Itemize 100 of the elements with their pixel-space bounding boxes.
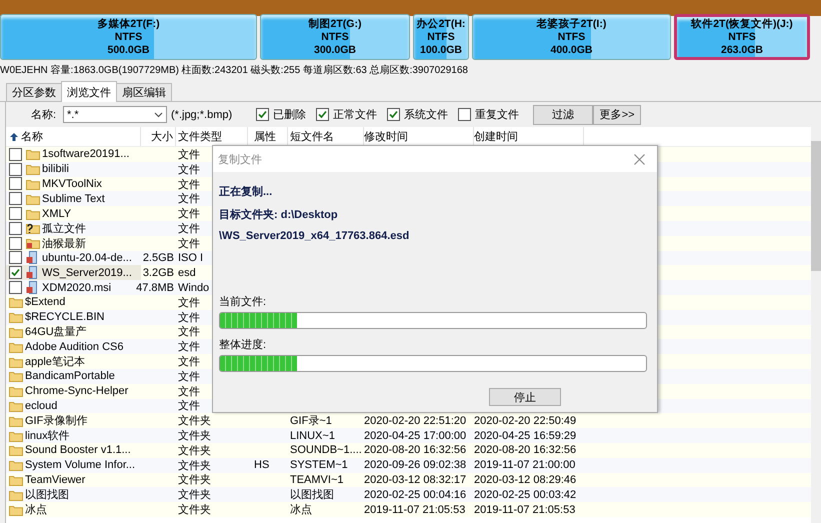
checkbox[interactable] bbox=[9, 148, 22, 161]
file-type: ISO I bbox=[178, 252, 204, 264]
file-name: XMLY bbox=[42, 208, 72, 220]
file-type: 文件 bbox=[178, 192, 200, 206]
tab[interactable]: 分区参数 bbox=[6, 83, 62, 101]
checkbox[interactable] bbox=[9, 207, 22, 220]
modified-time: 2020-02-25 00:04:16 bbox=[364, 488, 466, 501]
tab[interactable]: 浏览文件 bbox=[61, 81, 117, 102]
file-name: BandicamPortable bbox=[25, 370, 115, 382]
modified-time: 2020-04-25 17:00:00 bbox=[364, 430, 466, 442]
file-type: 文件 bbox=[178, 370, 200, 384]
file-type: 文件 bbox=[178, 178, 200, 192]
column-header[interactable]: 大小 bbox=[141, 127, 176, 146]
file-name: $RECYCLE.BIN bbox=[25, 311, 104, 324]
partition-name: 老婆孩子2T(I:) bbox=[536, 18, 606, 30]
file-name: WS_Server2019... bbox=[42, 266, 132, 279]
caret-icon bbox=[154, 112, 163, 118]
checkbox[interactable] bbox=[316, 108, 330, 121]
checkbox[interactable] bbox=[256, 108, 270, 121]
file-type: 文件 bbox=[178, 148, 200, 162]
name-dropdown[interactable]: *.* bbox=[63, 106, 167, 123]
partition-block[interactable]: 老婆孩子2T(I:) NTFS 400.0GB bbox=[472, 14, 671, 60]
file-name: Sound Booster v1.1... bbox=[25, 444, 131, 456]
checkbox[interactable] bbox=[9, 192, 22, 206]
partition-name: 多媒体2T(F:) bbox=[97, 18, 160, 30]
file-type: 文件夹 bbox=[178, 428, 211, 444]
file-name: XDM2020.msi bbox=[42, 282, 112, 294]
stop-button[interactable]: 停止 bbox=[489, 388, 561, 406]
checkbox[interactable] bbox=[9, 281, 22, 294]
file-type: 文件 bbox=[178, 340, 200, 354]
partition-filesystem: NTFS bbox=[558, 30, 586, 44]
file-name: 孤立文件 bbox=[42, 222, 86, 236]
target-folder: 目标文件夹: d:\Desktop bbox=[219, 208, 338, 222]
scrollbar[interactable] bbox=[811, 127, 821, 523]
file-name: TeamViewer bbox=[25, 474, 86, 486]
file-name: System Volume Infor... bbox=[25, 459, 136, 472]
checkbox-label: 正常文件 bbox=[333, 108, 378, 122]
file-size: 3.2GB bbox=[142, 266, 174, 279]
partition-filesystem: NTFS bbox=[728, 30, 756, 44]
short-name: 冰点 bbox=[290, 502, 312, 518]
folder-icon bbox=[26, 237, 40, 250]
column-header[interactable]: 名称 bbox=[6, 127, 141, 146]
checkbox[interactable] bbox=[9, 162, 22, 176]
checkbox[interactable] bbox=[458, 108, 472, 121]
short-name: GIF录~1 bbox=[290, 414, 332, 428]
tab[interactable]: 扇区编辑 bbox=[116, 83, 172, 101]
short-name: LINUX~1 bbox=[290, 430, 335, 442]
created-time: 2019-11-07 21:05:53 bbox=[474, 504, 576, 516]
checkbox[interactable] bbox=[9, 222, 22, 235]
short-name: SYSTEM~1 bbox=[290, 459, 348, 472]
file-type: Windo bbox=[178, 282, 210, 294]
file-icon bbox=[26, 266, 40, 280]
name-label: 名称: bbox=[31, 108, 58, 122]
partition-size: 263.0GB bbox=[720, 44, 764, 56]
checkbox[interactable] bbox=[9, 251, 22, 264]
file-icon bbox=[26, 281, 40, 294]
partition-block[interactable]: 多媒体2T(F:) NTFS 500.0GB bbox=[0, 14, 257, 60]
filter-button[interactable]: 更多>> bbox=[593, 104, 642, 124]
file-name: ecloud bbox=[25, 400, 58, 412]
short-name: 以图找图 bbox=[290, 488, 334, 502]
file-name: apple笔记本 bbox=[25, 355, 85, 370]
partition-block[interactable]: 软件2T(恢复文件)(J:) NTFS 263.0GB bbox=[674, 14, 810, 60]
file-type: 文件 bbox=[178, 222, 200, 236]
file-type: 文件 bbox=[178, 398, 200, 414]
close-icon[interactable] bbox=[634, 154, 645, 164]
created-time: 2019-11-07 21:00:00 bbox=[474, 459, 576, 472]
partition-block[interactable]: 制图2T(G:) NTFS 300.0GB bbox=[260, 14, 410, 60]
partition-filesystem: NTFS bbox=[114, 30, 142, 44]
file-name: 1software20191... bbox=[42, 148, 130, 160]
partition-name: 制图2T(G:) bbox=[308, 18, 362, 30]
partition-name: 办公2T(H: bbox=[416, 18, 466, 30]
checkbox-label: 重复文件 bbox=[475, 108, 520, 122]
checkbox[interactable] bbox=[387, 108, 400, 121]
file-type: 文件 bbox=[178, 296, 200, 310]
file-type: 文件 bbox=[178, 310, 200, 325]
created-time: 2020-04-25 16:59:29 bbox=[474, 430, 576, 442]
file-path: \WS_Server2019_x64_17763.864.esd bbox=[219, 230, 410, 242]
file-name: 油猴最新 bbox=[42, 236, 86, 251]
filter-button[interactable]: 过滤 bbox=[533, 104, 594, 124]
file-type: 文件夹 bbox=[178, 414, 211, 428]
file-name: bilibili bbox=[42, 163, 69, 176]
file-type: 文件夹 bbox=[178, 472, 211, 488]
checkbox[interactable] bbox=[9, 266, 22, 280]
file-attributes: HS bbox=[254, 459, 270, 472]
short-name: TEAMVI~1 bbox=[290, 474, 344, 486]
checkbox[interactable] bbox=[9, 177, 22, 190]
checkbox[interactable] bbox=[9, 236, 22, 250]
file-type: esd bbox=[178, 266, 196, 279]
file-name: 64GU盘量产 bbox=[25, 324, 87, 340]
partition-block[interactable]: 办公2T(H: NTFS 100.0GB bbox=[413, 14, 469, 60]
partition-filesystem: NTFS bbox=[427, 30, 455, 44]
file-type: 文件夹 bbox=[178, 444, 211, 458]
file-name: 冰点 bbox=[25, 502, 47, 518]
file-type: 文件 bbox=[178, 162, 200, 177]
partition-size: 500.0GB bbox=[107, 44, 150, 56]
file-type: 文件夹 bbox=[178, 502, 211, 518]
file-type: 文件 bbox=[178, 236, 200, 251]
file-name: Chrome-Sync-Helper bbox=[25, 385, 128, 398]
partition-size: 100.0GB bbox=[420, 44, 462, 56]
modified-time: 2020-08-20 16:32:56 bbox=[364, 444, 466, 456]
